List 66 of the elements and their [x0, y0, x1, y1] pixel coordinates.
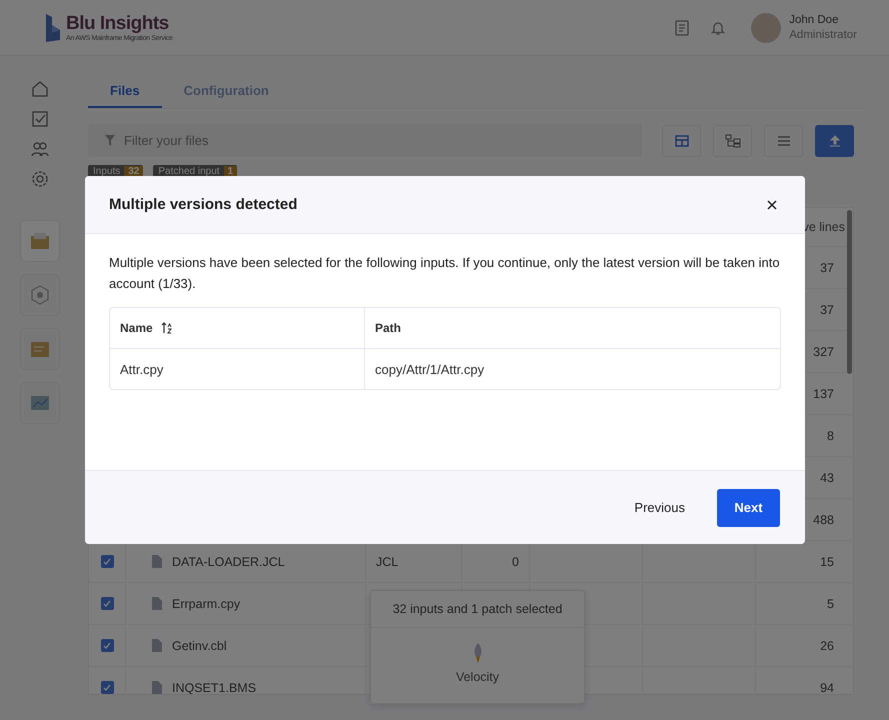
upload-button[interactable] — [815, 124, 854, 156]
row-checkbox[interactable] — [100, 681, 114, 694]
chart-icon[interactable] — [30, 394, 50, 412]
table-cell: 94 — [820, 680, 834, 694]
table-cell: 0 — [512, 554, 519, 568]
file-name: INQSET1.BMS — [172, 680, 256, 694]
table-cell: 37 — [820, 260, 834, 274]
file-name: Getinv.cbl — [172, 638, 227, 652]
upload-icon — [828, 134, 840, 146]
close-icon — [767, 200, 777, 210]
check-icon — [103, 558, 111, 566]
table-cell: copy/Attr/1/Attr.cpy — [375, 362, 484, 376]
users-icon[interactable] — [31, 140, 49, 158]
file-name: Errparm.cpy — [172, 596, 240, 610]
checkbox-icon[interactable] — [31, 110, 49, 128]
logo-icon — [44, 12, 62, 42]
table-cell: 15 — [820, 554, 834, 568]
table-icon — [674, 134, 688, 146]
box-icon[interactable] — [30, 232, 50, 250]
dialog-title: Multiple versions detected — [109, 196, 298, 213]
filter-settings-button[interactable] — [764, 124, 803, 156]
bell-icon[interactable] — [711, 20, 726, 36]
scrollbar[interactable] — [847, 210, 852, 374]
file-name: DATA-LOADER.JCL — [172, 554, 285, 568]
table-cell: 488 — [813, 512, 834, 526]
settings-icon[interactable] — [31, 170, 49, 188]
check-icon — [103, 684, 111, 692]
check-icon — [103, 642, 111, 650]
user-role: Administrator — [789, 29, 857, 41]
file-icon — [152, 555, 162, 568]
velocity-button[interactable]: Velocity — [371, 628, 584, 685]
table-cell: 37 — [820, 302, 834, 316]
avatar[interactable] — [751, 12, 782, 42]
column-header: Path — [375, 321, 402, 335]
tree-view-button[interactable] — [713, 124, 752, 156]
table-cell: 8 — [827, 428, 834, 442]
table-cell: 137 — [813, 386, 834, 400]
tree-icon — [724, 134, 740, 148]
file-icon — [152, 639, 162, 652]
previous-button[interactable]: Previous — [616, 488, 703, 526]
home-icon[interactable] — [31, 80, 49, 98]
next-button[interactable]: Next — [717, 488, 780, 526]
column-header: Name — [120, 321, 153, 335]
dialog-message: Multiple versions have been selected for the following inputs. If you continue, only the latest version will be taken into account (1/33). — [109, 254, 781, 293]
table-cell: 327 — [813, 344, 834, 358]
row-checkbox[interactable] — [100, 555, 114, 568]
table-cell: 5 — [827, 596, 834, 610]
user-name: John Doe — [789, 14, 840, 26]
row-checkbox[interactable] — [100, 597, 114, 610]
tab[interactable]: Files — [88, 74, 162, 108]
table-cell: 43 — [820, 470, 834, 484]
table-cell: JCL — [376, 554, 398, 568]
table-cell: 26 — [820, 638, 834, 652]
row-checkbox[interactable] — [100, 639, 114, 652]
sort-icon[interactable] — [160, 322, 173, 334]
hexagon-icon[interactable] — [30, 285, 50, 305]
filter-icon — [105, 135, 115, 146]
table-view-button[interactable] — [662, 124, 701, 156]
file-icon — [152, 597, 162, 610]
file-icon — [152, 681, 162, 694]
table-cell: Attr.cpy — [120, 362, 164, 376]
book-icon[interactable] — [675, 20, 690, 36]
check-icon — [103, 600, 111, 608]
selection-summary: 32 inputs and 1 patch selected — [371, 591, 584, 628]
folder-icon[interactable] — [30, 340, 50, 358]
brand-name: Blu Insights — [66, 13, 170, 34]
